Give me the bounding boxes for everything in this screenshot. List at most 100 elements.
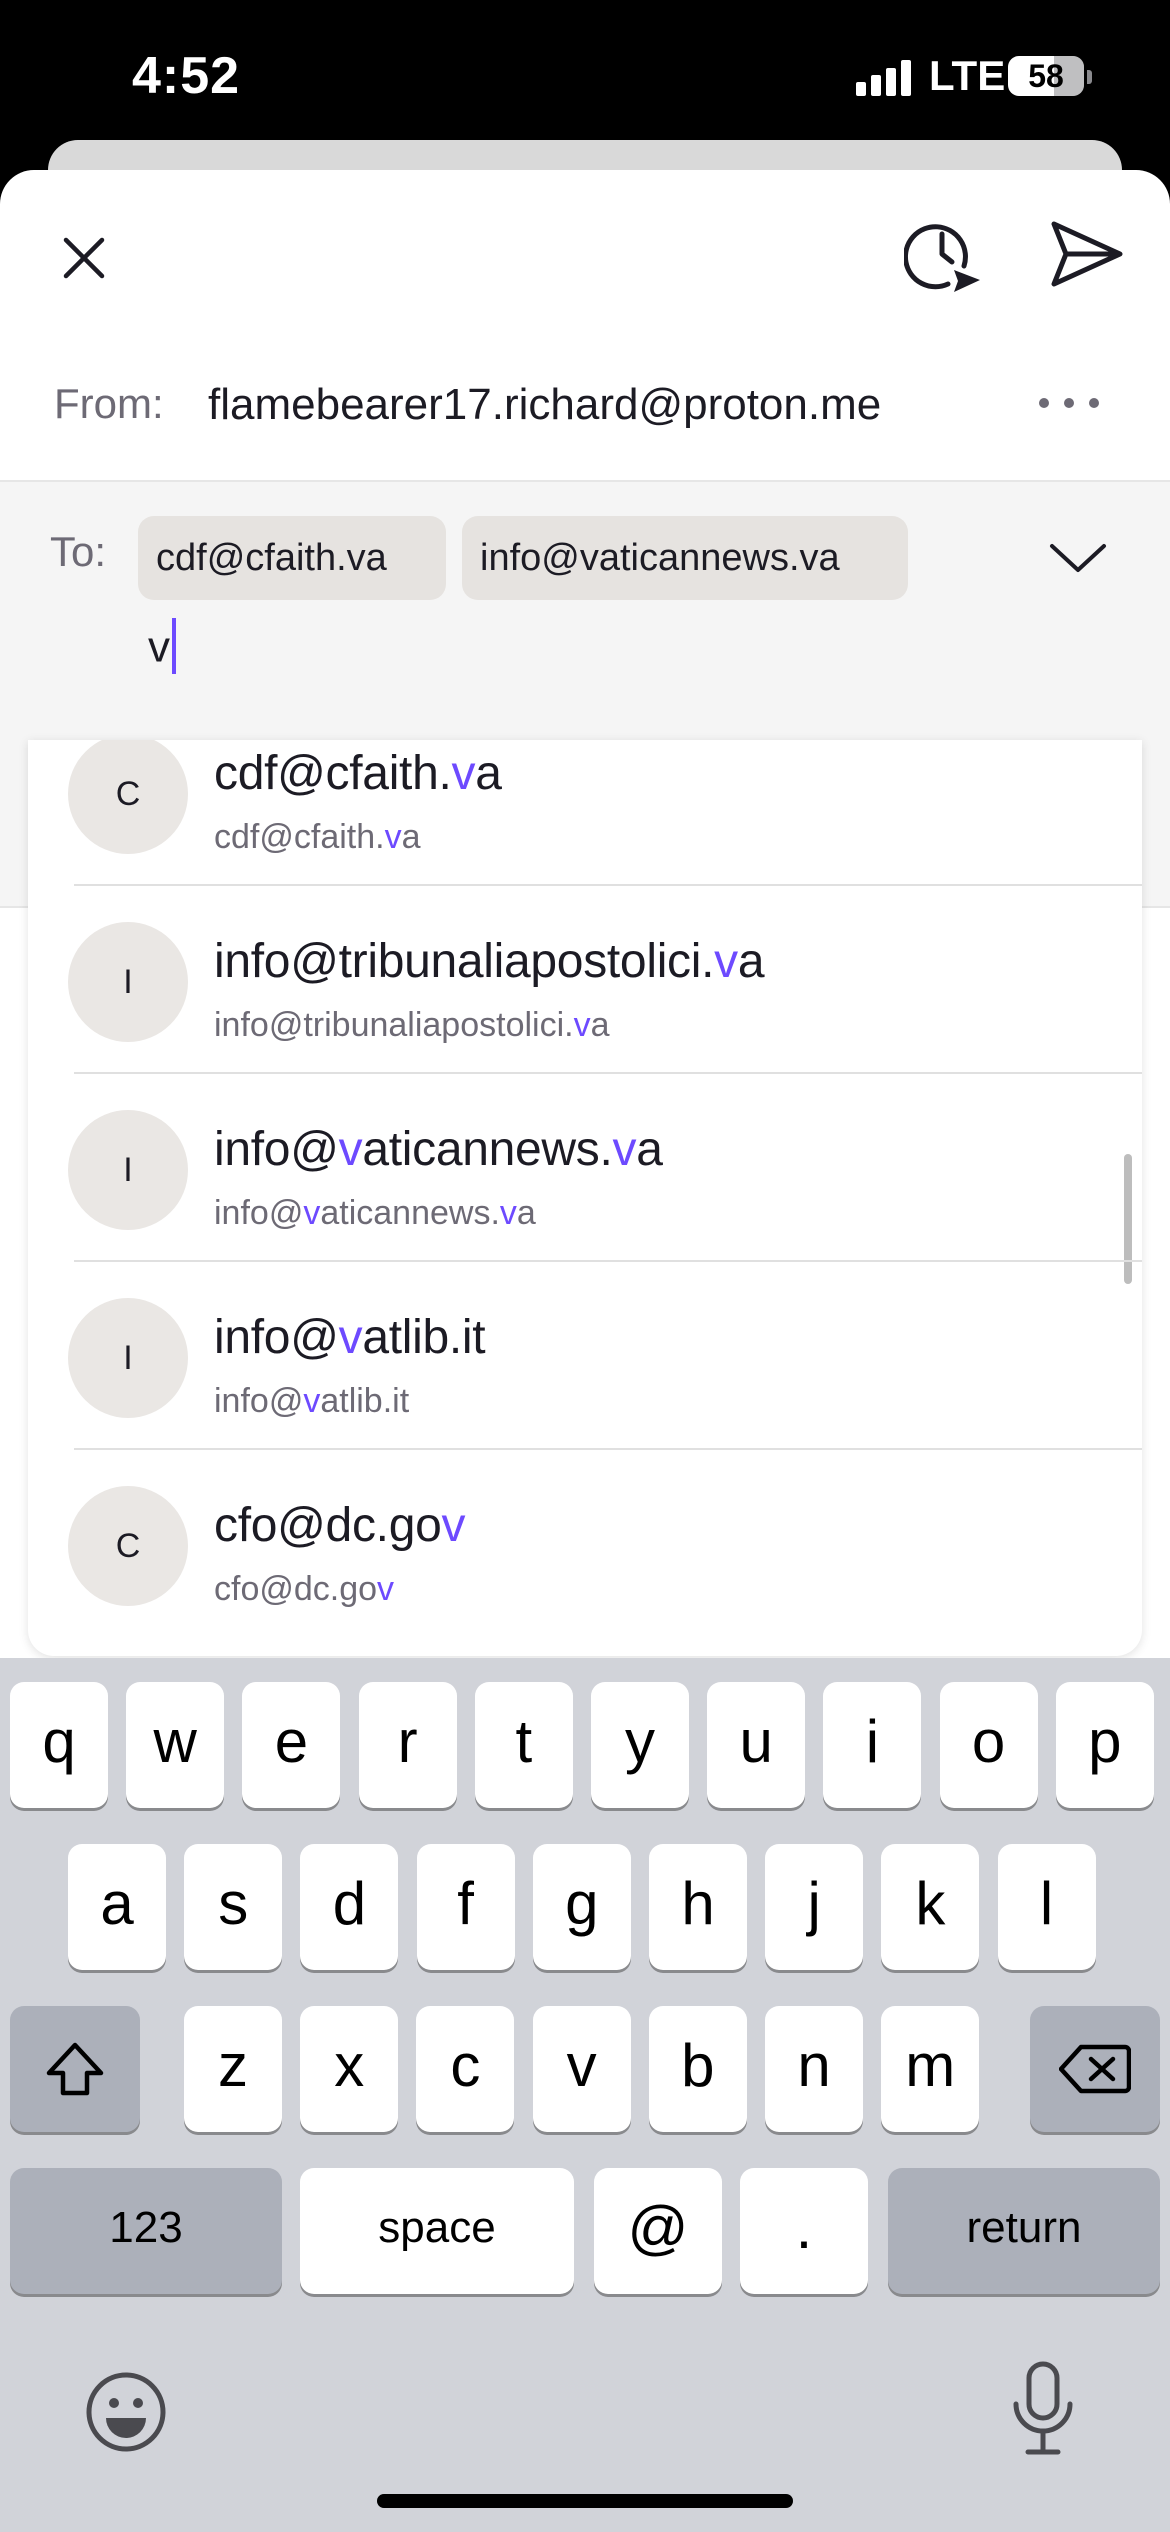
key-e[interactable]: e [242,1682,341,1808]
recipient-chip[interactable]: info@vaticannews.va [462,516,908,600]
battery-icon: 58 [1008,56,1084,96]
at-key[interactable]: @ [594,2168,722,2294]
email-text: info@ [214,1382,304,1420]
shift-key[interactable] [10,2006,140,2132]
return-key[interactable]: return [888,2168,1160,2294]
contact-email: info@vaticannews.va [214,1194,536,1233]
email-text: info@ [214,1194,304,1232]
network-type: LTE [929,52,1006,99]
key-f[interactable]: f [416,1844,515,1970]
contact-suggestions-list[interactable]: Ccdf@cfaith.va cdf@cfaith.va Iinfo@tribuna… [28,740,1142,1656]
key-a[interactable]: a [68,1844,166,1970]
space-key[interactable]: space [300,2168,574,2294]
schedule-send-button[interactable] [902,214,984,294]
key-i[interactable]: i [823,1682,922,1808]
key-m[interactable]: m [881,2006,980,2132]
key-b[interactable]: b [648,2006,747,2132]
battery-tip [1087,70,1092,84]
text-caret [172,618,176,674]
email-text: a [590,1006,610,1044]
numbers-key[interactable]: 123 [10,2168,282,2294]
close-icon [63,237,105,279]
name-text: a [737,935,765,988]
to-label: To: [50,528,107,575]
contact-suggestion[interactable]: Iinfo@vatlib.it info@vatlib.it [28,1262,1142,1450]
key-h[interactable]: h [649,1844,747,1970]
match-highlight: v [377,1570,395,1608]
email-text: aticannews. [320,1194,500,1232]
contact-name: cdf@cfaith.va [214,746,502,801]
key-o[interactable]: o [939,1682,1038,1808]
shift-icon [46,2042,104,2096]
key-y[interactable]: y [591,1682,689,1808]
contact-suggestion[interactable]: Ccdf@cfaith.va cdf@cfaith.va [28,740,1142,886]
match-highlight: v [384,818,402,856]
contact-avatar: I [68,922,188,1042]
key-g[interactable]: g [532,1844,631,1970]
signal-icon [856,60,912,96]
send-icon [1051,221,1123,287]
email-text: cdf@cfaith. [214,818,385,856]
more-options-button[interactable] [1034,388,1104,418]
home-indicator [377,2494,793,2508]
status-bar: 4:52 LTE 58 [0,0,1170,150]
close-button[interactable] [52,226,116,290]
battery-level: 58 [1028,58,1064,94]
key-r[interactable]: r [358,1682,457,1808]
email-text: info@tribunaliapostolici. [214,1006,574,1044]
key-l[interactable]: l [997,1844,1096,1970]
match-highlight: v [714,935,738,988]
microphone-button[interactable] [1008,2360,1078,2460]
from-label: From: [54,380,164,427]
match-highlight: v [303,1382,321,1420]
recipient-chip[interactable]: cdf@cfaith.va [138,516,446,600]
emoji-button[interactable] [84,2370,168,2454]
keyboard: q w e r t y u i o p a s d f g h j k l z x c v b n m 123 space @. retu… [0,1658,1170,2532]
match-highlight: v [451,747,476,800]
key-n[interactable]: n [765,2006,863,2132]
status-time: 4:52 [132,47,241,105]
key-d[interactable]: d [300,1844,399,1970]
match-highlight: v [338,1311,363,1364]
key-q[interactable]: q [10,1682,108,1808]
contact-name: info@vaticannews.va [214,1122,663,1177]
dot-key[interactable]: . [740,2168,868,2294]
key-z[interactable]: z [184,2006,282,2132]
key-c[interactable]: c [416,2006,515,2132]
match-highlight: v [338,1123,363,1176]
contact-avatar: I [68,1298,188,1418]
key-x[interactable]: x [300,2006,399,2132]
key-w[interactable]: w [126,1682,225,1808]
chevron-down-icon [1050,544,1106,572]
name-text: a [636,1123,663,1176]
key-s[interactable]: s [184,1844,283,1970]
key-t[interactable]: t [474,1682,573,1808]
name-text: cdf@cfaith. [214,747,452,800]
backspace-key[interactable] [1030,2006,1160,2132]
send-button[interactable] [1046,216,1126,292]
key-p[interactable]: p [1055,1682,1154,1808]
contact-email: cfo@dc.gov [214,1570,394,1609]
email-text: cfo@dc.go [214,1570,378,1608]
contact-suggestion[interactable]: Ccfo@dc.gov cfo@dc.gov [28,1450,1142,1638]
match-highlight: v [303,1194,321,1232]
match-highlight: v [441,1499,466,1552]
expand-recipients-button[interactable] [1048,538,1108,578]
contact-name: cfo@dc.gov [214,1498,465,1553]
to-input[interactable]: v [148,618,176,678]
key-v[interactable]: v [532,2006,631,2132]
contact-suggestion[interactable]: Iinfo@tribunaliapostolici.va info@tribuna… [28,886,1142,1074]
match-highlight: v [612,1123,637,1176]
from-address[interactable]: flamebearer17.richard@proton.me [208,380,881,430]
match-highlight: v [499,1194,517,1232]
name-text: info@ [214,1123,339,1176]
emoji-icon [86,2372,166,2452]
key-k[interactable]: k [881,1844,980,1970]
key-u[interactable]: u [707,1682,806,1808]
key-j[interactable]: j [765,1844,864,1970]
name-text: info@ [214,1311,339,1364]
name-text: cfo@dc.go [214,1499,442,1552]
contact-suggestion[interactable]: Iinfo@vaticannews.va info@vaticannews.va [28,1074,1142,1262]
contact-avatar: I [68,1110,188,1230]
contact-email: info@vatlib.it [214,1382,409,1421]
